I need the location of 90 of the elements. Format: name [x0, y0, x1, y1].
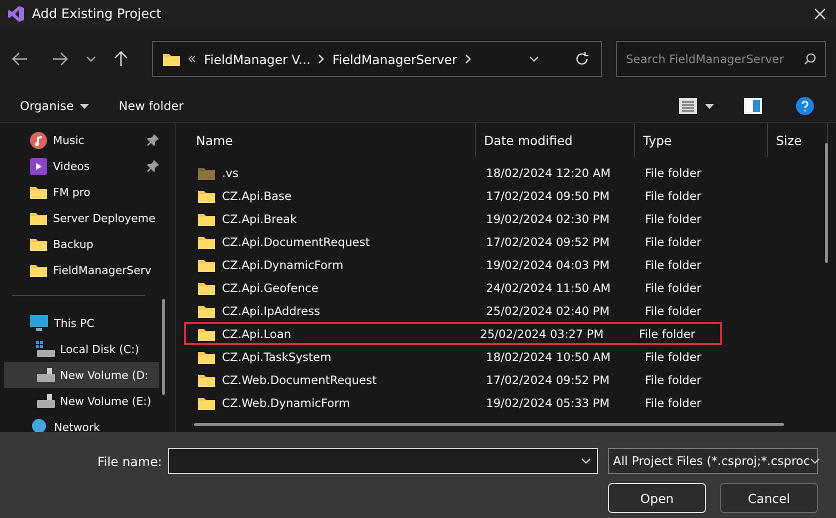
- address-bar[interactable]: FieldManager V... FieldManagerServer: [152, 41, 602, 77]
- date-cell-text: 25/02/2024 03:27 PM: [479, 326, 605, 340]
- date-cell-text: 17/02/2024 09:50 PM: [485, 188, 611, 202]
- search-icon: [804, 53, 816, 65]
- file-name[interactable]: CZ.Api.IpAddress: [190, 304, 478, 318]
- overflow-icon: [188, 55, 196, 63]
- recent-locations-button[interactable]: [84, 54, 98, 64]
- date-cell-text: 25/02/2024 02:40 PM: [485, 304, 611, 318]
- file-name[interactable]: CZ.Web.DocumentRequest: [190, 372, 478, 386]
- search-field[interactable]: Search FieldManagerServer: [616, 41, 826, 77]
- file-name[interactable]: CZ.Api.Base: [190, 188, 478, 202]
- sidebar-item[interactable]: New Volume (E:): [4, 388, 159, 414]
- type-cell-text: File folder: [644, 304, 702, 318]
- sidebar-item[interactable]: Videos: [4, 153, 159, 179]
- date-cell-text: 19/02/2024 02:30 PM: [485, 212, 611, 226]
- sidebar-item[interactable]: Network: [4, 414, 159, 432]
- folder-icon: [30, 237, 47, 251]
- help-button[interactable]: [794, 95, 816, 117]
- monitor-icon: [30, 315, 48, 331]
- close-button[interactable]: [812, 6, 828, 22]
- type-cell-text: File folder: [644, 280, 702, 294]
- file-name[interactable]: CZ.Api.DynamicForm: [190, 258, 478, 272]
- dropdown-icon: [581, 458, 591, 464]
- file-name-field[interactable]: [168, 448, 598, 474]
- list-view-icon: [679, 98, 697, 114]
- type-cell-text: File folder: [644, 234, 702, 248]
- date-cell-text: 19/02/2024 05:33 PM: [485, 396, 611, 410]
- cancel-button[interactable]: Cancel: [720, 483, 818, 513]
- music-icon: [30, 132, 47, 148]
- folder-icon: [30, 185, 47, 199]
- type-cell-text: File folder: [644, 166, 702, 180]
- breadcrumb[interactable]: FieldManager V...: [204, 52, 310, 66]
- window-title: Add Existing Project: [32, 6, 162, 22]
- type-cell-text: File folder: [644, 212, 702, 226]
- network-icon: [30, 418, 48, 432]
- column-header[interactable]: Date modified: [476, 123, 635, 157]
- file-name[interactable]: CZ.Api.Break: [190, 212, 478, 226]
- file-name[interactable]: CZ.Api.Loan: [190, 326, 472, 340]
- column-header[interactable]: Name: [188, 123, 476, 157]
- type-cell-text: File folder: [644, 258, 702, 272]
- sidebar-item[interactable]: New Volume (D:: [4, 362, 159, 388]
- up-button[interactable]: [112, 49, 130, 69]
- drive-icon: [36, 394, 56, 408]
- file-name[interactable]: CZ.Web.DynamicForm: [190, 396, 478, 410]
- date-cell-text: 17/02/2024 09:52 PM: [485, 372, 611, 386]
- sidebar-item[interactable]: Server Deployeme: [4, 205, 159, 231]
- caret-icon: [705, 104, 714, 108]
- breadcrumb[interactable]: FieldManagerServer: [332, 52, 458, 66]
- date-cell-text: 18/02/2024 12:20 AM: [485, 166, 612, 180]
- chevron-right-icon: [318, 54, 324, 64]
- video-icon: [30, 158, 47, 174]
- type-cell-text: File folder: [644, 350, 702, 364]
- folder-icon: [30, 211, 47, 225]
- sidebar-item[interactable]: FieldManagerServ: [4, 257, 159, 283]
- folder-icon: [30, 263, 47, 277]
- back-button[interactable]: [10, 50, 30, 68]
- new-folder-button[interactable]: New folder: [118, 99, 184, 113]
- forward-button[interactable]: [50, 50, 70, 68]
- organise-button[interactable]: Organise: [20, 99, 89, 113]
- view-options-button[interactable]: [677, 96, 716, 116]
- file-name[interactable]: CZ.Api.DocumentRequest: [190, 234, 478, 248]
- preview-pane-button[interactable]: [742, 96, 764, 116]
- address-dropdown-button[interactable]: [527, 54, 541, 64]
- type-cell-text: File folder: [644, 396, 702, 410]
- dropdown-icon: [810, 458, 820, 464]
- file-name[interactable]: CZ.Api.TaskSystem: [190, 350, 478, 364]
- open-button[interactable]: Open: [608, 483, 706, 513]
- sidebar-item[interactable]: Backup: [4, 231, 159, 257]
- drive-icon: [36, 341, 56, 357]
- folder-icon: [163, 52, 180, 66]
- date-cell-text: 17/02/2024 09:52 PM: [485, 234, 611, 248]
- column-header[interactable]: Type: [635, 123, 768, 157]
- type-cell-text: File folder: [644, 372, 702, 386]
- type-cell-text: File folder: [638, 326, 696, 340]
- type-cell-text: File folder: [644, 188, 702, 202]
- date-cell-text: 19/02/2024 04:03 PM: [485, 258, 611, 272]
- date-cell-text: 18/02/2024 10:50 AM: [485, 350, 612, 364]
- app-logo-icon: [8, 6, 24, 22]
- caret-icon: [80, 104, 89, 108]
- sidebar-item[interactable]: Music: [4, 127, 159, 153]
- file-name[interactable]: .vs: [190, 166, 478, 180]
- sidebar-item[interactable]: This PC: [4, 310, 159, 336]
- file-type-dropdown[interactable]: All Project Files (*.csproj;*.csproc: [608, 448, 818, 474]
- sidebar-item[interactable]: FM pro: [4, 179, 159, 205]
- drive-icon: [36, 368, 56, 382]
- file-name-label: File name:: [97, 454, 163, 468]
- date-cell-text: 24/02/2024 11:50 AM: [485, 280, 612, 294]
- sidebar-item[interactable]: Local Disk (C:): [4, 336, 159, 362]
- chevron-right-icon: [465, 54, 472, 64]
- file-name[interactable]: CZ.Api.Geofence: [190, 280, 478, 294]
